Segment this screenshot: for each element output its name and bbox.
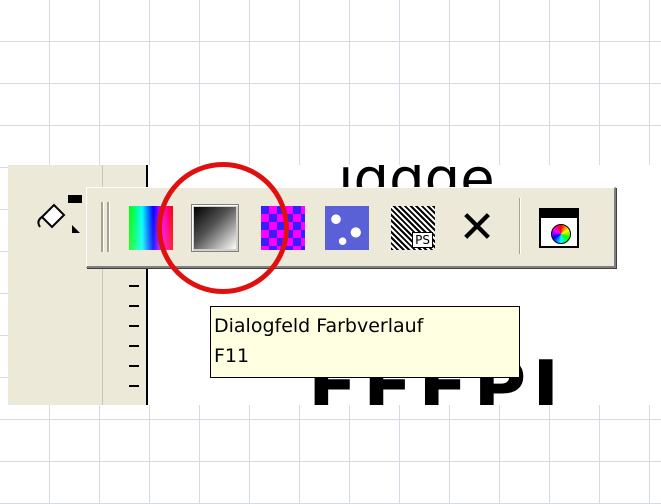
toolbar-grip[interactable] xyxy=(101,202,104,252)
ruler-tick xyxy=(129,285,139,287)
ruler-tick xyxy=(129,345,139,347)
fill-tool-icon[interactable] xyxy=(32,195,82,235)
color-docker-button[interactable] xyxy=(535,204,583,252)
no-fill-button[interactable]: ✕ xyxy=(453,204,501,252)
tooltip: Dialogfeld Farbverlauf F11 xyxy=(210,306,520,378)
ps-label: PS xyxy=(412,232,433,248)
no-fill-icon: ✕ xyxy=(458,202,496,253)
ruler-tick xyxy=(129,365,139,367)
ruler-tick xyxy=(129,385,139,387)
postscript-fill-icon: PS xyxy=(391,206,435,250)
tooltip-title: Dialogfeld Farbverlauf xyxy=(214,315,424,337)
ruler-tick xyxy=(129,325,139,327)
tooltip-shortcut: F11 xyxy=(214,345,250,367)
highlight-circle xyxy=(157,162,289,294)
texture-fill-button[interactable] xyxy=(323,204,371,252)
toolbar-separator xyxy=(519,198,521,254)
postscript-fill-button[interactable]: PS xyxy=(389,204,437,252)
ruler-tick xyxy=(129,305,139,307)
color-docker-icon xyxy=(539,208,579,248)
texture-fill-icon xyxy=(325,206,369,250)
toolbar-grip[interactable] xyxy=(107,202,110,252)
